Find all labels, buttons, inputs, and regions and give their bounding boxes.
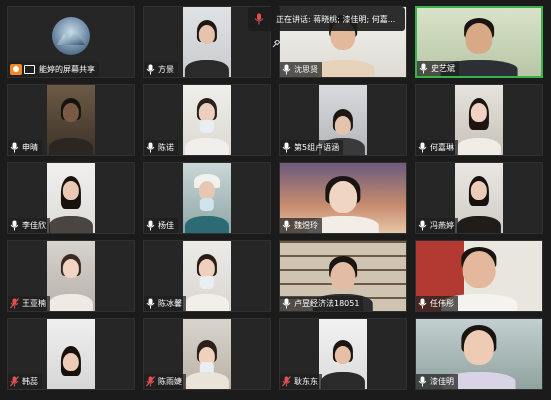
participant-name: 杨佳 bbox=[158, 221, 174, 230]
participant-tile-active-speaker[interactable]: 史艺斌 bbox=[415, 6, 543, 78]
participant-tile[interactable]: 何嘉琳 bbox=[415, 84, 543, 156]
participant-tile[interactable]: 申晴 bbox=[7, 84, 135, 156]
participant-name: 耿东东 bbox=[294, 377, 318, 386]
participant-video bbox=[183, 241, 231, 311]
microphone-icon[interactable] bbox=[282, 64, 291, 75]
microphone-icon[interactable] bbox=[418, 220, 427, 231]
participant-tile[interactable]: 第5组卢语涵 bbox=[279, 84, 407, 156]
participant-name: 陈冰馨 bbox=[158, 299, 182, 308]
participant-name: 魏煜玲 bbox=[294, 221, 318, 230]
microphone-icon[interactable] bbox=[146, 64, 155, 75]
participant-name-bar: 韩蕊 bbox=[8, 374, 42, 389]
camera-icon bbox=[24, 65, 35, 74]
microphone-icon[interactable] bbox=[282, 298, 291, 309]
participant-name: 卢昱经济法18051 bbox=[294, 299, 360, 308]
participant-name: 漆佳明 bbox=[430, 377, 454, 386]
participant-name: 史艺斌 bbox=[431, 64, 455, 73]
participant-name-bar: 第5组卢语涵 bbox=[280, 140, 344, 155]
participant-video bbox=[47, 319, 95, 389]
microphone-icon[interactable] bbox=[146, 298, 155, 309]
microphone-muted-icon[interactable] bbox=[282, 376, 291, 387]
participant-tile[interactable]: 耿东东 bbox=[279, 318, 407, 390]
participant-name-bar: 陈冰馨 bbox=[144, 296, 186, 311]
microphone-muted-icon[interactable] bbox=[10, 298, 19, 309]
participant-name-bar: 何嘉琳 bbox=[416, 140, 458, 155]
microphone-icon[interactable] bbox=[282, 220, 291, 231]
participant-name: 任伟彤 bbox=[430, 299, 454, 308]
participant-name-bar: 冯燕婷 bbox=[416, 218, 458, 233]
participant-tile[interactable]: 漆佳明 bbox=[415, 318, 543, 390]
speaking-microphone-icon bbox=[254, 13, 264, 25]
participant-name: 陈雨婕 bbox=[158, 377, 182, 386]
screen-share-icon bbox=[10, 64, 22, 75]
microphone-icon[interactable] bbox=[418, 142, 427, 153]
participant-video bbox=[183, 7, 231, 77]
participant-name-bar: 李佳欣 bbox=[8, 218, 50, 233]
microphone-icon[interactable] bbox=[282, 142, 291, 153]
participant-video bbox=[183, 163, 231, 233]
participant-name-bar: 陈雨婕 bbox=[144, 374, 186, 389]
participant-name: 方景 bbox=[158, 65, 174, 74]
participant-name: 能婷的屏幕共享 bbox=[39, 65, 95, 74]
participant-tile[interactable]: 卢昱经济法18051 bbox=[279, 240, 407, 312]
speaking-indicator: 正在讲话: 蒋晓桃; 漆佳明; 何嘉... bbox=[248, 7, 406, 31]
microphone-icon[interactable] bbox=[10, 220, 19, 231]
microphone-icon[interactable] bbox=[10, 142, 19, 153]
participant-name-bar: 能婷的屏幕共享 bbox=[8, 62, 99, 77]
participant-video bbox=[47, 85, 95, 155]
participant-name-bar: 沈思贤 bbox=[280, 62, 322, 77]
participant-tile[interactable]: 杨佳 bbox=[143, 162, 271, 234]
participant-tile[interactable]: 陈雨婕 bbox=[143, 318, 271, 390]
participant-name-bar: 漆佳明 bbox=[416, 374, 458, 389]
participant-tile[interactable]: 陈诺 bbox=[143, 84, 271, 156]
participant-name-bar: 卢昱经济法18051 bbox=[280, 296, 364, 311]
microphone-icon[interactable] bbox=[419, 63, 428, 74]
participant-name: 沈思贤 bbox=[294, 65, 318, 74]
participant-name-bar: 任伟彤 bbox=[416, 296, 458, 311]
pin-icon[interactable] bbox=[272, 33, 281, 48]
participant-tile[interactable]: 魏煜玲 bbox=[279, 162, 407, 234]
participant-name-bar: 杨佳 bbox=[144, 218, 178, 233]
microphone-icon[interactable] bbox=[146, 220, 155, 231]
microphone-icon[interactable] bbox=[418, 376, 427, 387]
participant-name-bar: 王亚楠 bbox=[8, 296, 50, 311]
participant-name: 李佳欣 bbox=[22, 221, 46, 230]
tile-screen-share[interactable]: 能婷的屏幕共享 bbox=[7, 6, 135, 78]
participant-name: 第5组卢语涵 bbox=[294, 143, 340, 152]
participant-video bbox=[183, 85, 231, 155]
participant-name-bar: 史艺斌 bbox=[417, 61, 459, 76]
participant-video bbox=[319, 319, 367, 389]
participant-name: 申晴 bbox=[22, 143, 38, 152]
participant-name: 何嘉琳 bbox=[430, 143, 454, 152]
participant-tile[interactable]: 王亚楠 bbox=[7, 240, 135, 312]
participant-name: 冯燕婷 bbox=[430, 221, 454, 230]
participant-tile[interactable]: 冯燕婷 bbox=[415, 162, 543, 234]
participant-name: 王亚楠 bbox=[22, 299, 46, 308]
participant-name-bar: 申晴 bbox=[8, 140, 42, 155]
microphone-muted-icon[interactable] bbox=[10, 376, 19, 387]
participant-tile[interactable]: 韩蕊 bbox=[7, 318, 135, 390]
participant-name-bar: 魏煜玲 bbox=[280, 218, 322, 233]
video-grid: 能婷的屏幕共享 方景 沈思贤 史艺斌 申晴 陈诺 第5组卢语涵 何嘉琳 李佳欣 … bbox=[0, 0, 551, 400]
avatar bbox=[52, 17, 90, 55]
participant-name-bar: 耿东东 bbox=[280, 374, 322, 389]
speaking-text: 正在讲话: 蒋晓桃; 漆佳明; 何嘉... bbox=[276, 14, 396, 24]
participant-tile[interactable]: 陈冰馨 bbox=[143, 240, 271, 312]
microphone-muted-icon[interactable] bbox=[146, 376, 155, 387]
participant-video bbox=[47, 163, 95, 233]
participant-video bbox=[47, 241, 95, 311]
participant-video bbox=[455, 85, 503, 155]
participant-video bbox=[183, 319, 231, 389]
participant-tile[interactable]: 李佳欣 bbox=[7, 162, 135, 234]
participant-name: 韩蕊 bbox=[22, 377, 38, 386]
microphone-icon[interactable] bbox=[418, 298, 427, 309]
participant-name-bar: 方景 bbox=[144, 62, 178, 77]
participant-name-bar: 陈诺 bbox=[144, 140, 178, 155]
participant-tile[interactable]: 任伟彤 bbox=[415, 240, 543, 312]
microphone-icon[interactable] bbox=[146, 142, 155, 153]
participant-video bbox=[455, 163, 503, 233]
participant-name: 陈诺 bbox=[158, 143, 174, 152]
